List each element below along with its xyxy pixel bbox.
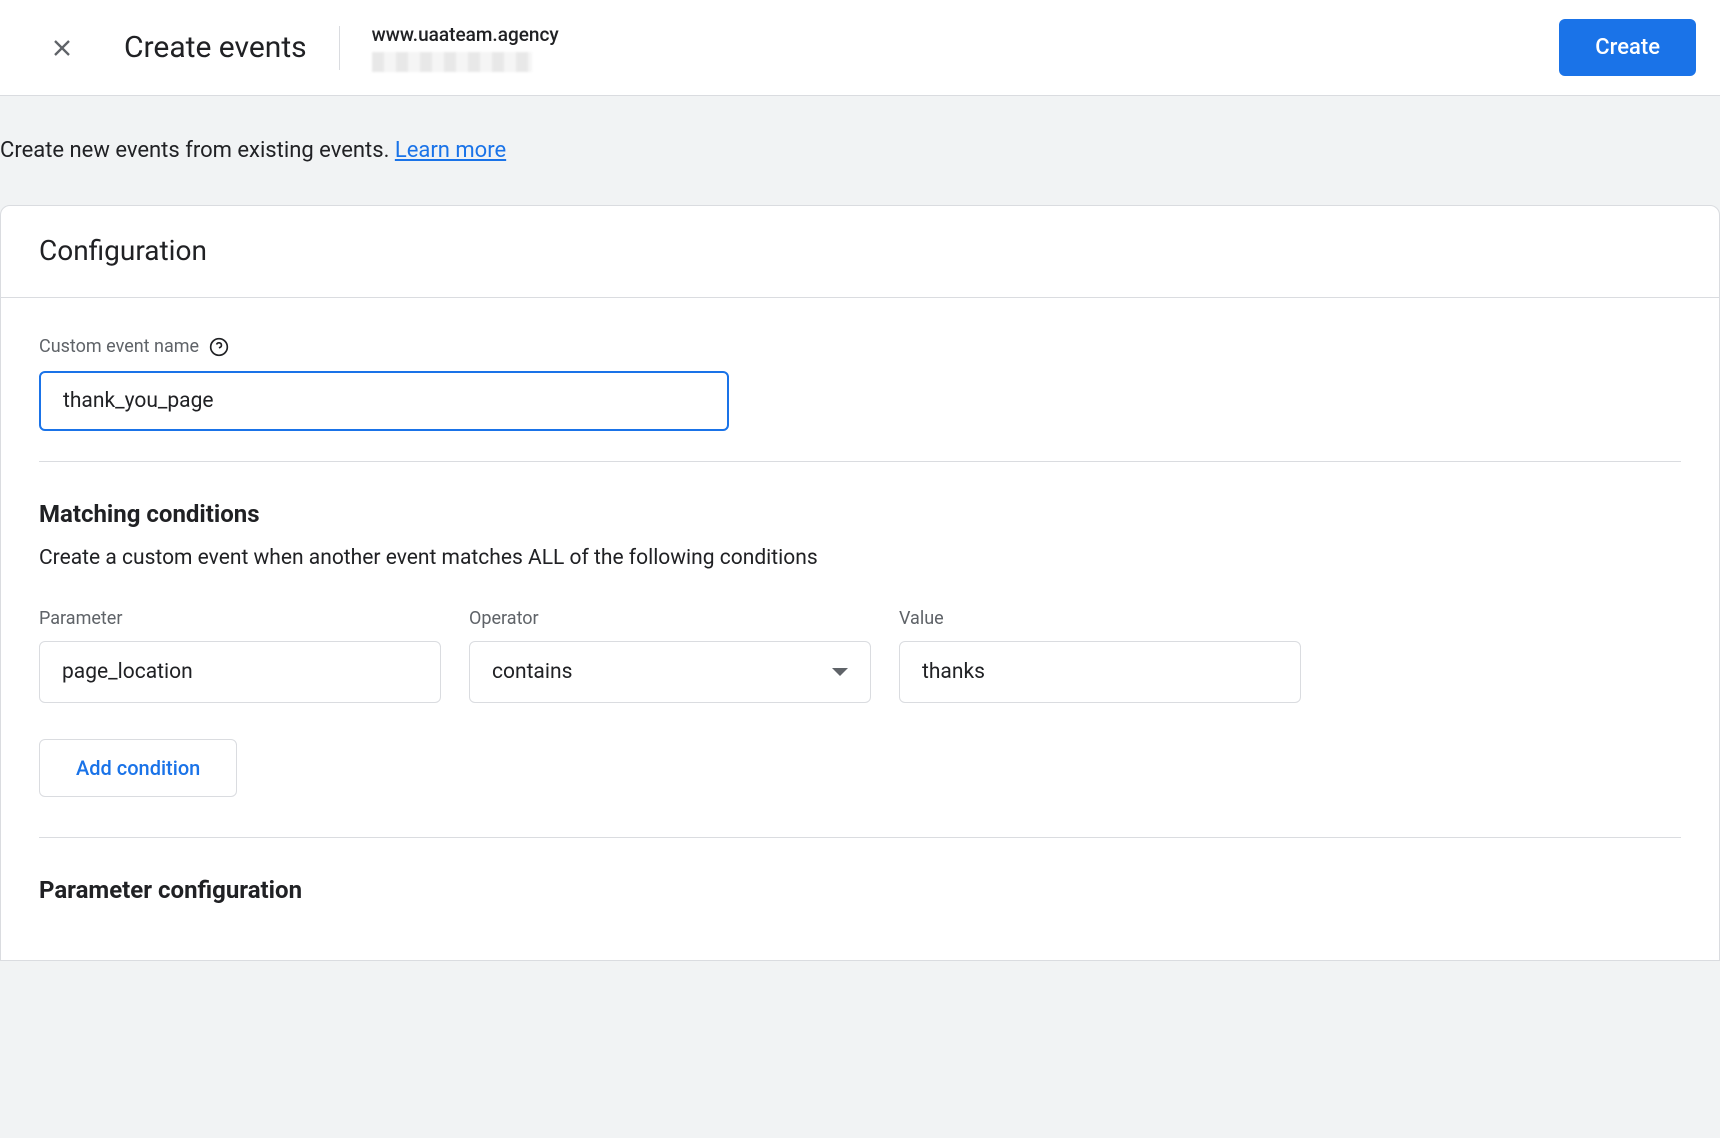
parameter-configuration-section: Parameter configuration <box>1 838 1719 960</box>
create-button[interactable]: Create <box>1559 19 1696 76</box>
content-wrapper: Create new events from existing events. … <box>0 96 1720 1138</box>
condition-row: Parameter Operator contains Value <box>39 608 1681 703</box>
value-input[interactable] <box>899 641 1301 703</box>
info-banner: Create new events from existing events. … <box>0 96 1720 205</box>
header-divider <box>339 26 340 70</box>
custom-event-section: Custom event name <box>1 298 1719 431</box>
property-id-blurred <box>372 52 532 72</box>
learn-more-link[interactable]: Learn more <box>395 138 506 163</box>
operator-column: Operator contains <box>469 608 871 703</box>
matching-description: Create a custom event when another event… <box>39 546 1681 570</box>
page-title: Create events <box>124 30 307 65</box>
close-icon[interactable] <box>48 34 76 62</box>
custom-event-label: Custom event name <box>39 336 199 357</box>
parameter-input[interactable] <box>39 641 441 703</box>
help-icon[interactable] <box>209 337 229 357</box>
property-name: www.uaateam.agency <box>372 23 559 46</box>
parameter-label: Parameter <box>39 608 441 629</box>
config-header: Configuration <box>1 206 1719 298</box>
chevron-down-icon <box>832 668 848 676</box>
operator-value: contains <box>492 660 572 684</box>
value-label: Value <box>899 608 1301 629</box>
custom-event-name-input[interactable] <box>39 371 729 431</box>
matching-conditions-section: Matching conditions Create a custom even… <box>1 462 1719 703</box>
header: Create events www.uaateam.agency Create <box>0 0 1720 96</box>
config-title: Configuration <box>39 234 1681 267</box>
value-column: Value <box>899 608 1301 703</box>
matching-title: Matching conditions <box>39 500 1681 528</box>
operator-label: Operator <box>469 608 871 629</box>
parameter-column: Parameter <box>39 608 441 703</box>
add-condition-button[interactable]: Add condition <box>39 739 237 797</box>
banner-text: Create new events from existing events. <box>0 138 395 163</box>
config-card: Configuration Custom event name Matching… <box>0 205 1720 961</box>
parameter-config-title: Parameter configuration <box>39 876 1681 904</box>
custom-event-label-row: Custom event name <box>39 336 1681 357</box>
operator-select[interactable]: contains <box>469 641 871 703</box>
property-info: www.uaateam.agency <box>372 23 559 72</box>
